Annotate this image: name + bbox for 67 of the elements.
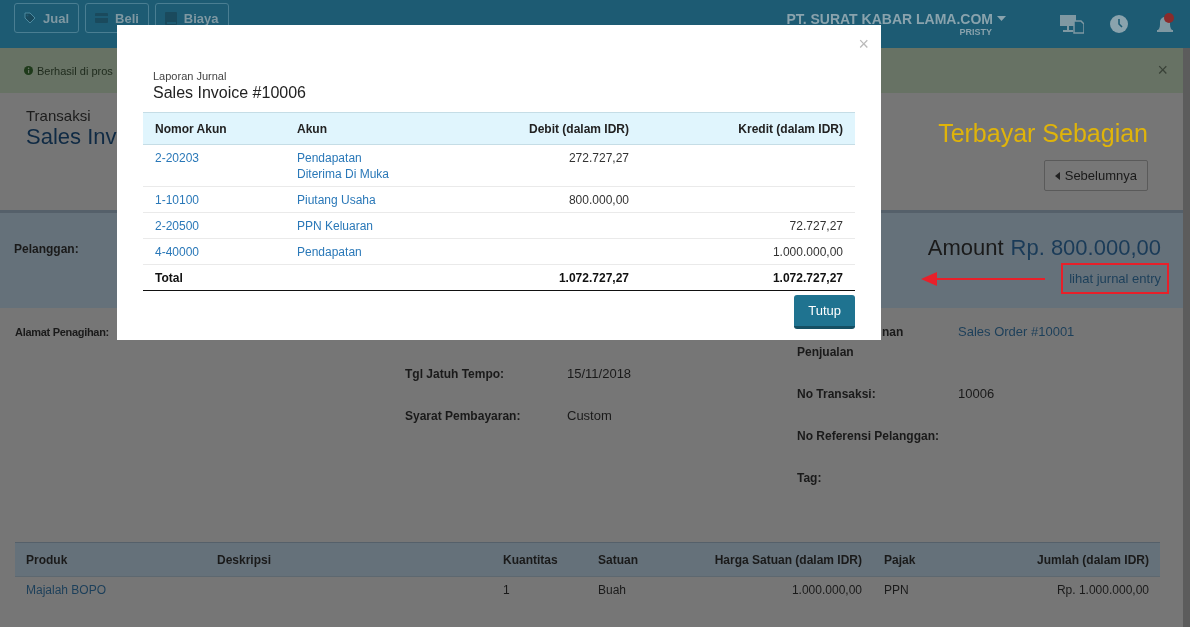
table-cell-text: PPN [883, 583, 910, 597]
page-subtitle: Transaksi [26, 107, 92, 124]
amount-value: Rp. 800.000,00 [1010, 235, 1161, 261]
table-cell-text: 1 [502, 583, 511, 597]
table-cell: 72.727,27 [789, 219, 843, 233]
monitor-document-icon[interactable] [1060, 14, 1084, 34]
field-label: Syarat Pembayaran: [405, 408, 522, 425]
product-link[interactable]: Majalah BOPO [15, 583, 206, 597]
column-header: Jumlah (dalam IDR) [1035, 552, 1150, 567]
table-cell: 800.000,00 [568, 193, 629, 207]
close-button[interactable]: Tutup [794, 295, 855, 329]
column-header: Akun [297, 121, 327, 136]
page-title: Sales Inv [26, 124, 117, 150]
field-label: Tag: [797, 470, 823, 487]
close-icon[interactable]: × [1157, 60, 1168, 81]
total-cell: 1.072.727,27 [558, 271, 629, 285]
column-header: Produk [25, 552, 69, 567]
book-icon [164, 11, 177, 25]
bell-icon[interactable] [1154, 13, 1176, 35]
account-link[interactable]: Pendapatan [297, 244, 362, 260]
previous-button[interactable]: Sebelumnya [1043, 160, 1148, 191]
column-header: Nomor Akun [155, 121, 227, 136]
status-label: Terbayar Sebagian [938, 119, 1148, 148]
dialog-subtitle: Laporan Jurnal [153, 70, 228, 82]
info-icon [24, 66, 33, 75]
column-header: Pajak [883, 552, 917, 567]
table-cell-text: 1.000.000,00 [790, 583, 863, 597]
dialog-title: Sales Invoice #10006 [153, 84, 307, 102]
caret-icon[interactable] [997, 16, 1006, 22]
account-number-link[interactable]: 4-40000 [155, 245, 200, 259]
total-label: Total [155, 271, 183, 285]
table-cell-text: Rp. 1.000.000,00 [1055, 583, 1150, 597]
column-header: Kredit (dalam IDR) [738, 121, 843, 136]
field-value: Custom [567, 407, 612, 425]
company-name[interactable]: PT. SURAT KABAR LAMA.COM [786, 11, 993, 27]
field-label: Tgl Jatuh Tempo: [405, 366, 506, 383]
customer-label: Pelanggan: [14, 242, 79, 258]
column-header: Deskripsi [216, 552, 273, 567]
column-header: Harga Satuan (dalam IDR) [713, 552, 863, 567]
sales-order-link[interactable]: Sales Order #10001 [958, 322, 1075, 362]
account-link[interactable]: Piutang Usaha [297, 192, 376, 208]
table-cell: 1.000.000,00 [772, 245, 843, 259]
close-icon[interactable]: × [858, 34, 869, 55]
user-name: PRISTY [959, 27, 992, 37]
account-number-link[interactable]: 2-20203 [155, 151, 200, 165]
journal-entry-link[interactable]: lihat jurnal entry [1061, 263, 1169, 294]
tag-icon [24, 12, 36, 24]
account-link[interactable]: Pendapatan Diterima Di Muka [297, 150, 407, 182]
alert-message: Berhasil di pros [37, 64, 113, 77]
column-header: Debit (dalam IDR) [529, 121, 629, 136]
column-header: Satuan [597, 552, 639, 567]
field-value: 10006 [958, 385, 995, 403]
field-label: No Transaksi: [797, 386, 877, 403]
field-label: No Referensi Pelanggan: [797, 428, 941, 445]
table-cell: 272.727,27 [568, 151, 629, 165]
field-value: 15/11/2018 [567, 365, 632, 383]
field-label: Alamat Penagihan: [15, 325, 109, 340]
action-button[interactable]: Jual [14, 3, 79, 33]
account-number-link[interactable]: 1-10100 [155, 193, 200, 207]
account-link[interactable]: PPN Keluaran [297, 218, 374, 234]
account-number-link[interactable]: 2-20500 [155, 219, 200, 233]
amount-label: Amount [927, 235, 1004, 261]
total-cell: 1.072.727,27 [772, 271, 843, 285]
clock-icon[interactable] [1110, 15, 1128, 33]
column-header: Kuantitas [502, 552, 559, 567]
caret-left-icon [1054, 171, 1060, 180]
table-cell-text: Buah [597, 583, 628, 597]
